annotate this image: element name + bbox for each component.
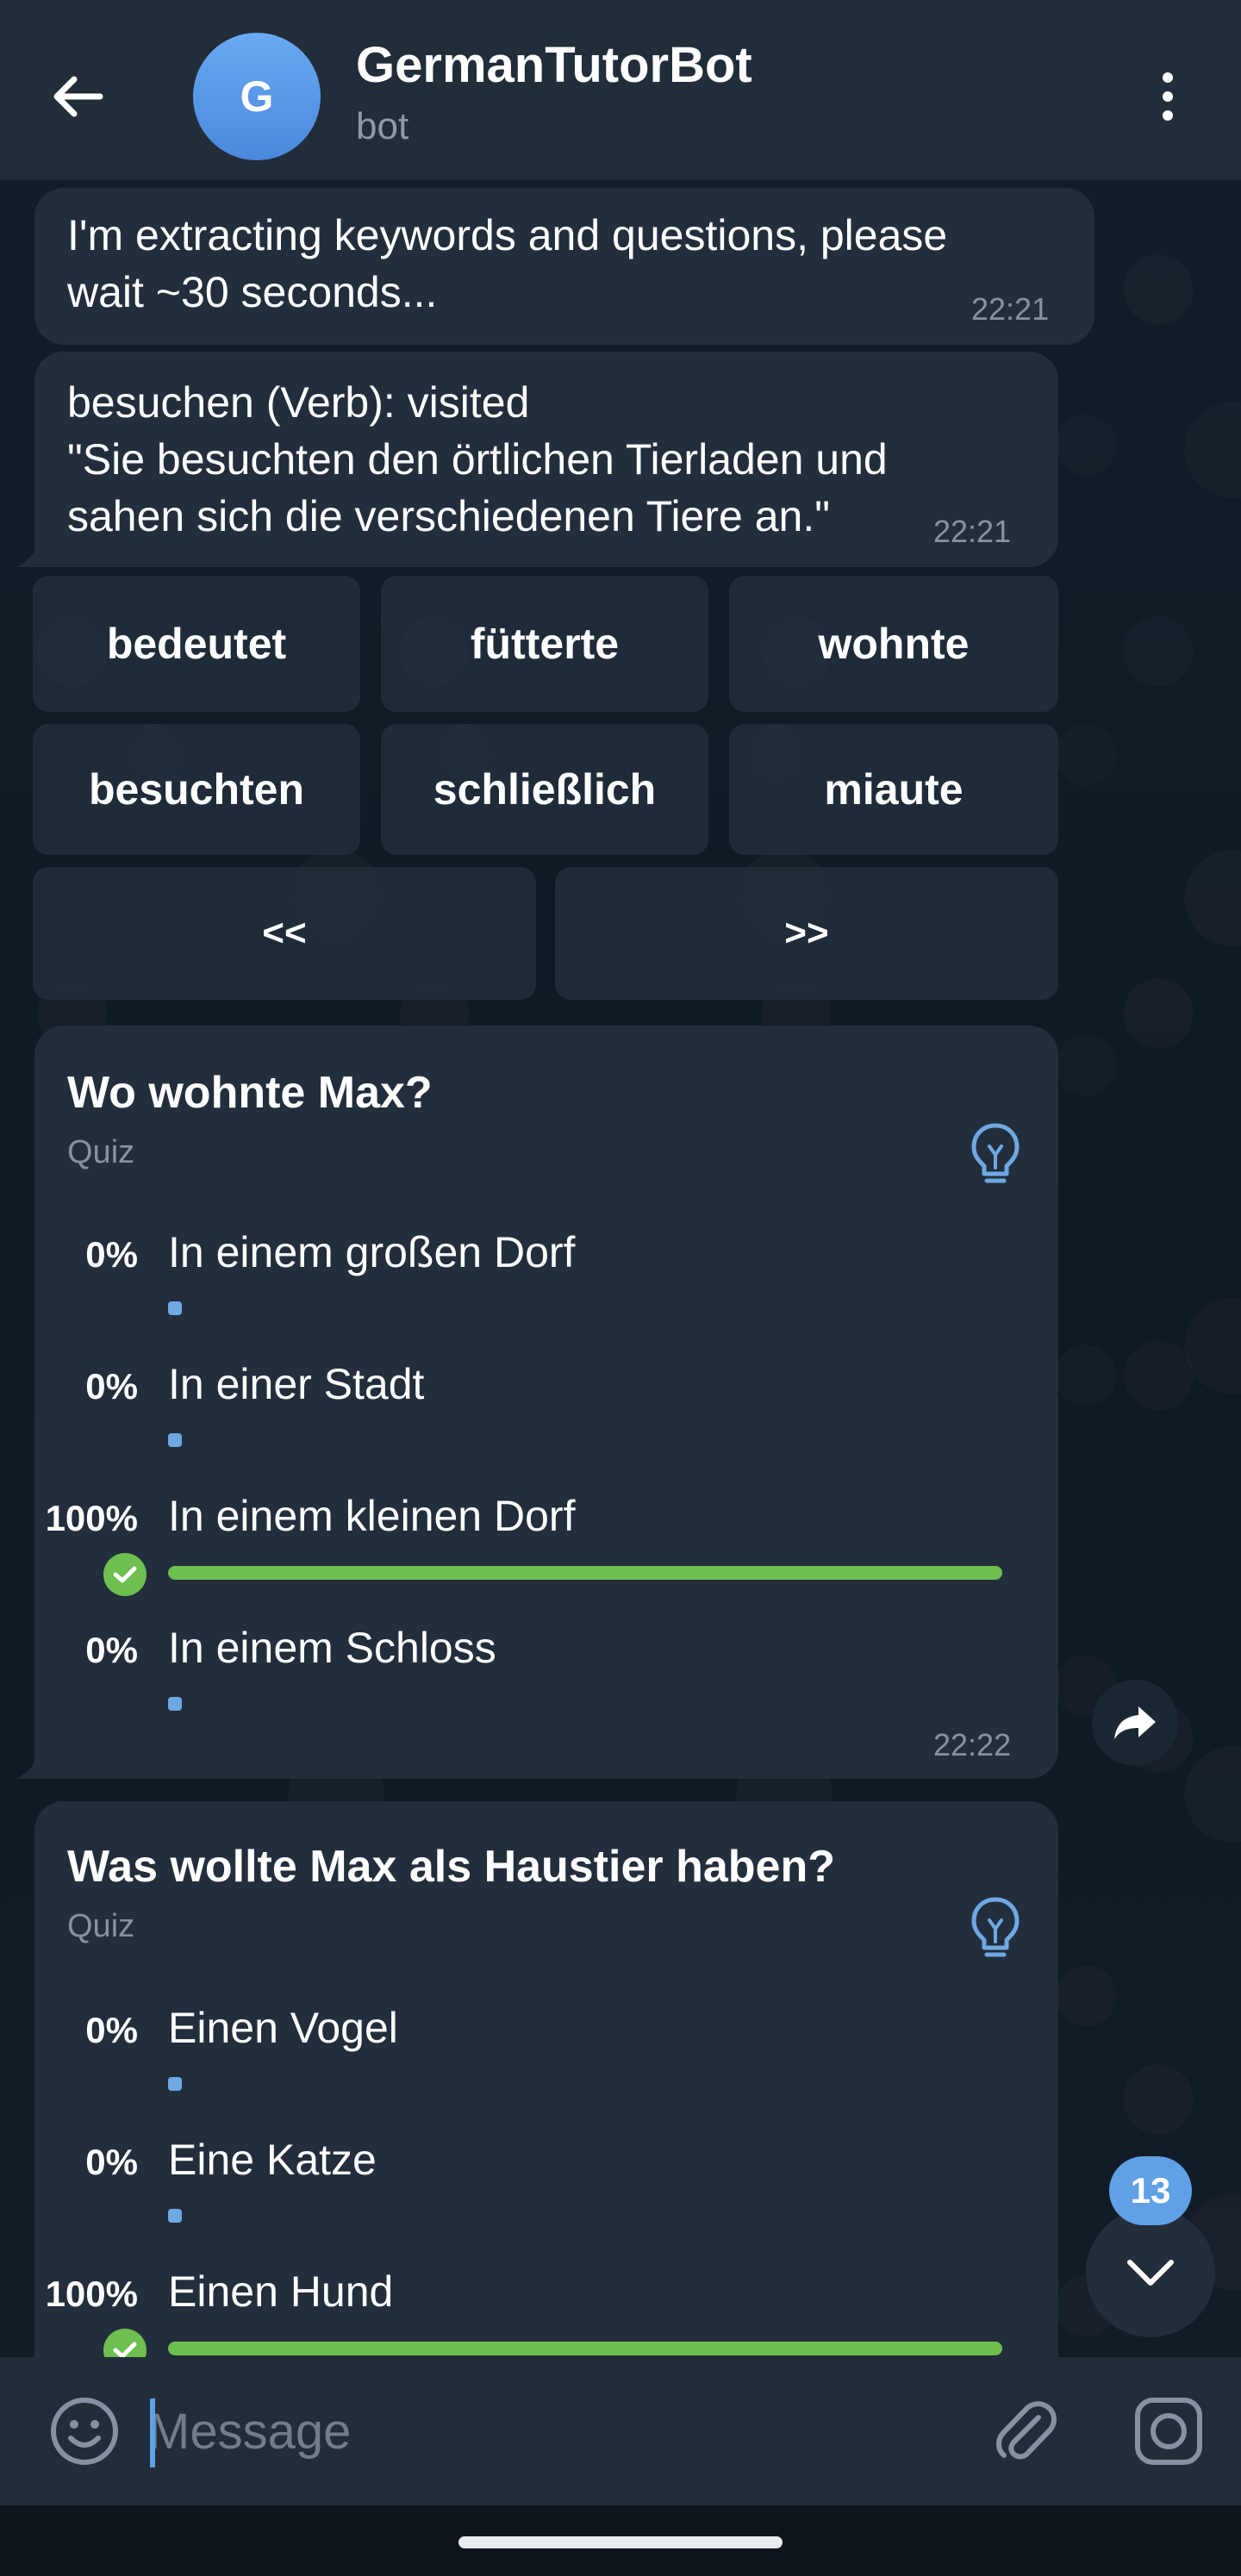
bubble-tail-icon bbox=[16, 538, 41, 567]
message-bubble[interactable]: besuchen (Verb): visited "Sie besuchten … bbox=[34, 352, 1058, 567]
camera-icon bbox=[1135, 2398, 1202, 2465]
back-button[interactable] bbox=[43, 62, 112, 131]
quiz-type-label: Quiz bbox=[67, 1908, 135, 1944]
option-percent: 100% bbox=[45, 1498, 138, 1538]
bubble-tail-icon bbox=[16, 1750, 41, 1779]
option-text: In einem Schloss bbox=[168, 1624, 496, 1672]
emoji-icon bbox=[51, 2398, 118, 2465]
quiz-question: Wo wohnte Max? bbox=[67, 1068, 433, 1118]
message-time: 22:22 bbox=[933, 1727, 1012, 1762]
quiz-bubble[interactable]: Wo wohnte Max? Quiz 0% In einem großen D… bbox=[34, 1026, 1058, 1779]
camera-button[interactable] bbox=[1129, 2392, 1208, 2471]
unread-count-badge: 13 bbox=[1109, 2156, 1192, 2225]
more-dot-icon bbox=[1163, 91, 1173, 102]
option-percent: 0% bbox=[85, 1630, 138, 1670]
option-text: In einer Stadt bbox=[168, 1360, 425, 1408]
option-text: In einem großen Dorf bbox=[168, 1228, 576, 1276]
avatar[interactable]: G bbox=[193, 33, 321, 160]
attach-button[interactable] bbox=[985, 2392, 1064, 2471]
option-text: Einen Vogel bbox=[168, 2004, 398, 2052]
chevron-down-icon bbox=[1127, 2260, 1174, 2286]
option-percent: 0% bbox=[85, 1366, 138, 1407]
more-menu-button[interactable] bbox=[1146, 62, 1189, 131]
keyword-button[interactable]: miaute bbox=[729, 724, 1058, 855]
scroll-down-button[interactable] bbox=[1086, 2208, 1215, 2337]
option-text: Eine Katze bbox=[168, 2136, 377, 2184]
option-text: Einen Hund bbox=[168, 2267, 394, 2316]
option-percent: 0% bbox=[85, 1234, 138, 1275]
paperclip-icon bbox=[996, 2401, 1057, 2460]
message-text: I'm extracting keywords and questions, p… bbox=[67, 211, 948, 316]
option-percent: 0% bbox=[85, 2010, 138, 2050]
message-composer bbox=[0, 2357, 1241, 2505]
quiz-type-label: Quiz bbox=[67, 1134, 135, 1170]
chat-subtitle: bot bbox=[356, 105, 409, 147]
home-indicator[interactable] bbox=[458, 2536, 783, 2548]
text-caret bbox=[150, 2398, 155, 2467]
keyword-button[interactable]: wohnte bbox=[729, 576, 1058, 712]
message-bubble[interactable]: I'm extracting keywords and questions, p… bbox=[34, 188, 1094, 345]
message-time: 22:21 bbox=[971, 291, 1050, 327]
keyword-button[interactable]: fütterte bbox=[381, 576, 708, 712]
system-nav-bar bbox=[0, 2505, 1241, 2576]
lightbulb-icon[interactable] bbox=[965, 1120, 1026, 1189]
quiz-question: Was wollte Max als Haustier haben? bbox=[67, 1842, 835, 1892]
keyword-button[interactable]: bedeutet bbox=[33, 576, 360, 712]
emoji-button[interactable] bbox=[45, 2392, 124, 2471]
option-result-bar bbox=[168, 2077, 182, 2091]
message-text: besuchen (Verb): visited "Sie besuchten … bbox=[67, 378, 888, 540]
option-text: In einem kleinen Dorf bbox=[168, 1492, 576, 1540]
option-result-bar bbox=[168, 2209, 182, 2223]
option-percent: 100% bbox=[45, 2273, 138, 2314]
message-time: 22:21 bbox=[933, 514, 1012, 549]
option-result-bar bbox=[168, 2342, 1002, 2355]
more-dot-icon bbox=[1163, 72, 1173, 83]
quiz-bubble[interactable]: Was wollte Max als Haustier haben? Quiz … bbox=[34, 1801, 1058, 2404]
message-input[interactable] bbox=[148, 2392, 967, 2471]
option-result-bar bbox=[168, 1433, 182, 1447]
option-result-bar bbox=[168, 1566, 1002, 1580]
more-dot-icon bbox=[1163, 110, 1173, 121]
chat-title[interactable]: GermanTutorBot bbox=[356, 36, 752, 94]
forward-arrow-icon bbox=[1114, 1706, 1156, 1739]
forward-button[interactable] bbox=[1092, 1680, 1178, 1766]
option-percent: 0% bbox=[85, 2142, 138, 2182]
next-page-button[interactable]: >> bbox=[555, 867, 1058, 1000]
keyword-button[interactable]: besuchten bbox=[33, 724, 360, 855]
correct-check-icon bbox=[103, 1553, 147, 1596]
option-result-bar bbox=[168, 1697, 182, 1711]
back-arrow-icon bbox=[53, 76, 103, 117]
chat-header: G GermanTutorBot bot bbox=[0, 0, 1241, 181]
avatar-letter: G bbox=[240, 72, 274, 121]
option-result-bar bbox=[168, 1301, 182, 1315]
prev-page-button[interactable]: << bbox=[33, 867, 536, 1000]
lightbulb-icon[interactable] bbox=[965, 1894, 1026, 1963]
keyword-button[interactable]: schließlich bbox=[381, 724, 708, 855]
